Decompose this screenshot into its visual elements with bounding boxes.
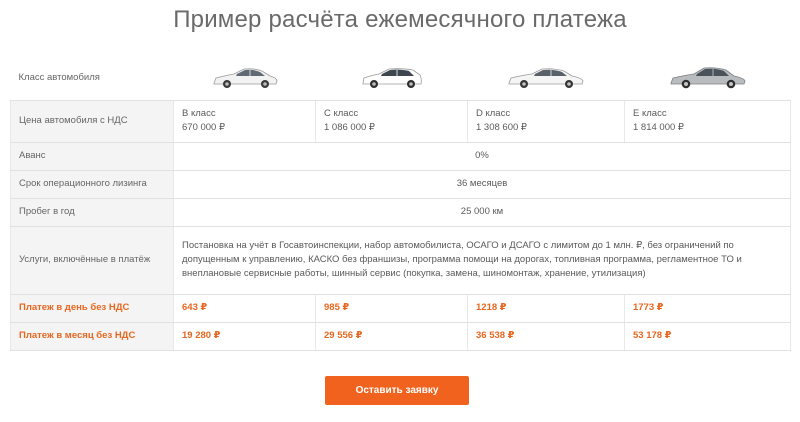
table-row-advance: Аванс 0% — [10, 141, 791, 171]
price-cell-c: C класс 1 086 000 ₽ — [315, 99, 468, 143]
submit-request-button[interactable]: Оставить заявку — [325, 376, 469, 405]
class-name: C класс — [324, 108, 359, 119]
term-value: 36 месяцев — [173, 169, 791, 199]
car-cell-b — [173, 56, 316, 101]
label-per-month: Платеж в месяц без НДС — [10, 321, 174, 351]
table-row-per-day: Платеж в день без НДС 643 ₽ 985 ₽ 1218 ₽… — [10, 293, 791, 323]
per-day-d: 1218 ₽ — [467, 293, 625, 323]
car-e-class-icon — [670, 67, 745, 89]
label-mileage: Пробег в год — [10, 197, 174, 227]
per-day-b: 643 ₽ — [173, 293, 316, 323]
page-title: Пример расчёта ежемесячного платежа — [173, 6, 627, 33]
price-value: 670 000 ₽ — [182, 122, 226, 133]
price-value: 1 814 000 ₽ — [633, 122, 684, 133]
price-cell-e: E класс 1 814 000 ₽ — [624, 99, 791, 143]
car-b-class-icon — [213, 68, 277, 88]
car-cell-e — [624, 56, 791, 101]
price-value: 1 308 600 ₽ — [476, 122, 527, 133]
label-price: Цена автомобиля с НДС — [10, 99, 174, 143]
class-name: B класс — [182, 108, 216, 119]
payment-table: Класс автомобиля Цена автомобиля с НДС B… — [10, 56, 791, 351]
table-row-car-class: Класс автомобиля — [10, 56, 791, 101]
car-c-class-icon — [362, 68, 422, 88]
services-value: Постановка на учёт в Госавтоинспекции, н… — [173, 225, 791, 295]
per-month-e: 53 178 ₽ — [624, 321, 791, 351]
advance-value: 0% — [173, 141, 791, 171]
mileage-value: 25 000 км — [173, 197, 791, 227]
table-row-per-month: Платеж в месяц без НДС 19 280 ₽ 29 556 ₽… — [10, 321, 791, 351]
car-cell-c — [315, 56, 468, 101]
per-month-b: 19 280 ₽ — [173, 321, 316, 351]
class-name: E класс — [633, 108, 667, 119]
table-row-services: Услуги, включённые в платёж Постановка н… — [10, 225, 791, 295]
per-day-e: 1773 ₽ — [624, 293, 791, 323]
label-advance: Аванс — [10, 141, 174, 171]
per-month-c: 29 556 ₽ — [315, 321, 468, 351]
per-day-c: 985 ₽ — [315, 293, 468, 323]
price-cell-b: B класс 670 000 ₽ — [173, 99, 316, 143]
label-car-class: Класс автомобиля — [10, 56, 174, 101]
table-row-price: Цена автомобиля с НДС B класс 670 000 ₽ … — [10, 99, 791, 143]
label-term: Срок операционного лизинга — [10, 169, 174, 199]
price-cell-d: D класс 1 308 600 ₽ — [467, 99, 625, 143]
table-row-mileage: Пробег в год 25 000 км — [10, 197, 791, 227]
table-row-term: Срок операционного лизинга 36 месяцев — [10, 169, 791, 199]
car-d-class-icon — [508, 68, 584, 88]
label-per-day: Платеж в день без НДС — [10, 293, 174, 323]
price-value: 1 086 000 ₽ — [324, 122, 375, 133]
class-name: D класс — [476, 108, 511, 119]
label-services: Услуги, включённые в платёж — [10, 225, 174, 295]
car-cell-d — [467, 56, 625, 101]
per-month-d: 36 538 ₽ — [467, 321, 625, 351]
